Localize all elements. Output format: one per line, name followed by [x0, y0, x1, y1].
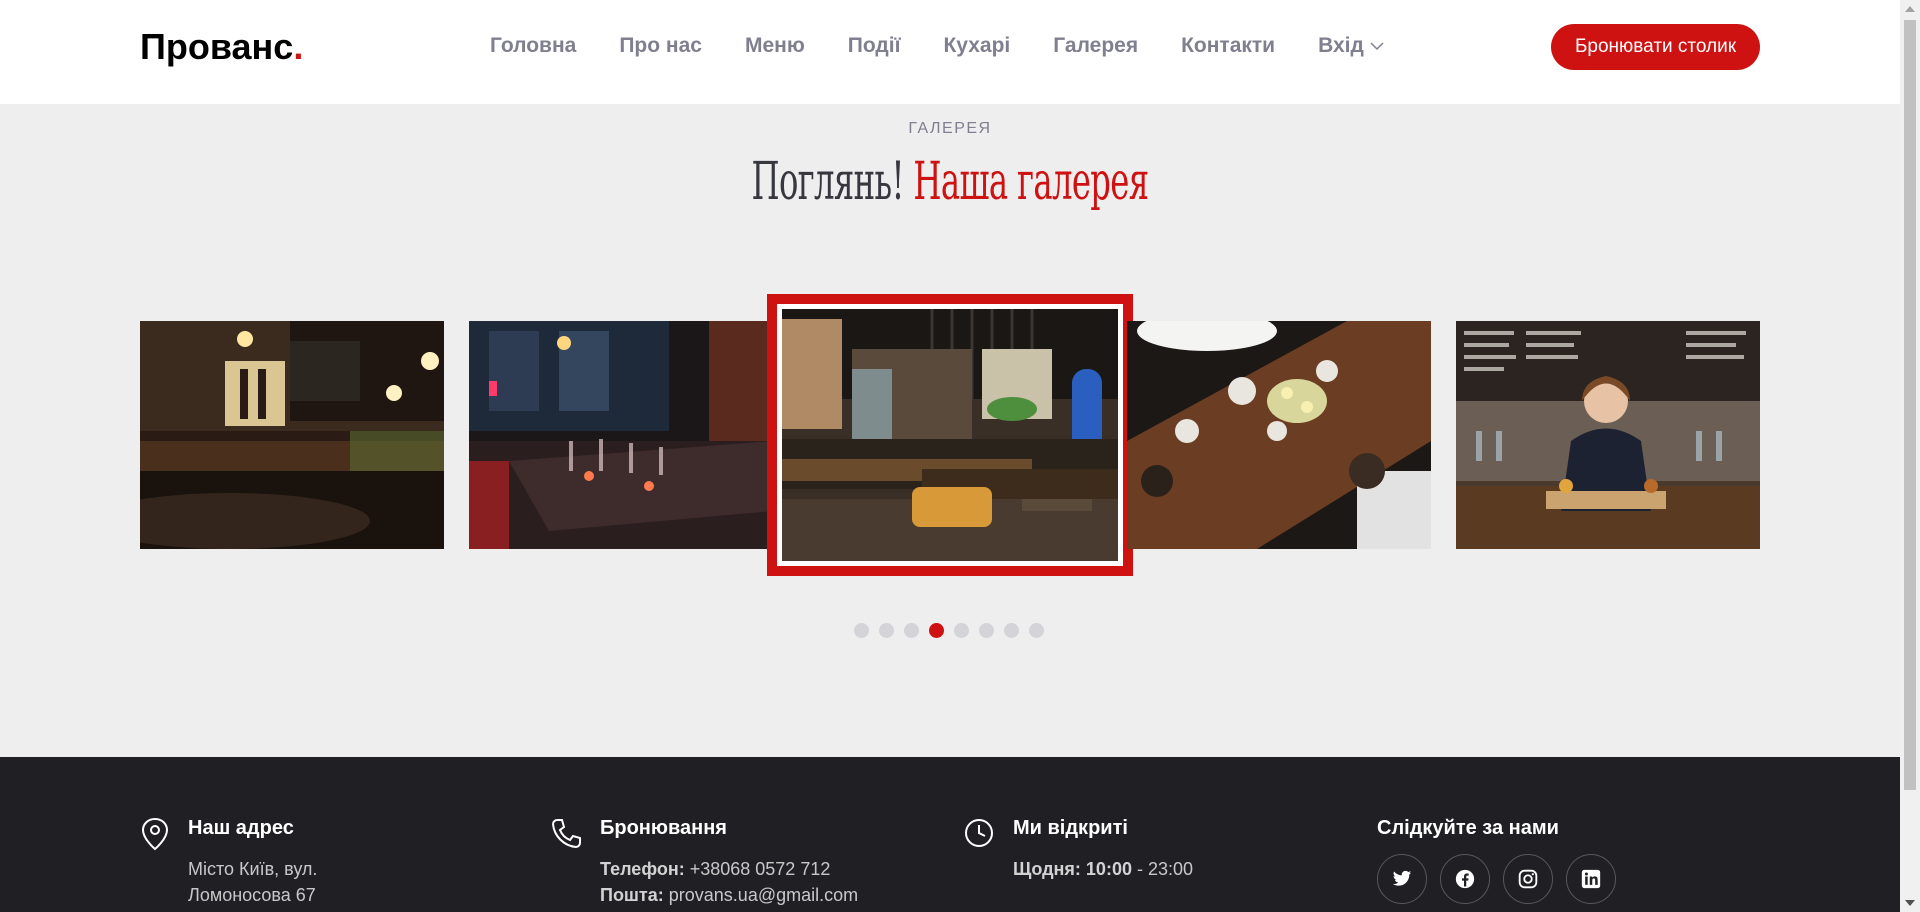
pagination-dot-active[interactable] [929, 623, 944, 638]
instagram-link[interactable] [1503, 854, 1553, 904]
chevron-down-icon [1370, 42, 1384, 51]
logo-text[interactable]: Прованс [140, 26, 293, 67]
bartender-woman-photo [1456, 321, 1760, 549]
overhead-table-dinner-photo [1127, 321, 1431, 549]
gallery-slide[interactable] [1127, 321, 1431, 549]
site-header: Прованс. Головна Про нас Меню Події Куха… [0, 0, 1900, 104]
logo-dot: . [293, 26, 304, 67]
footer-address: Наш адрес Місто Київ, вул. Ломоносова 67 [140, 817, 317, 908]
nav-events[interactable]: Події [848, 34, 901, 58]
scroll-up-arrow-icon[interactable] [1905, 6, 1915, 12]
footer-hours-heading: Ми відкриті [1013, 817, 1128, 839]
footer-email-row: Пошта: provans.ua@gmail.com [600, 882, 858, 908]
footer-social-heading: Слідкуйте за нами [1377, 817, 1559, 839]
footer-hours: Ми відкриті Щодня: 10:00 - 23:00 [963, 817, 1193, 882]
gallery-pagination [854, 623, 1054, 638]
page-scrollbar[interactable] [1900, 0, 1920, 912]
book-table-button[interactable]: Бронювати столик [1551, 24, 1760, 70]
scrollbar-thumb[interactable] [1904, 20, 1916, 790]
nav-about[interactable]: Про нас [619, 34, 702, 58]
instagram-icon [1518, 869, 1538, 889]
gallery-slide[interactable] [469, 321, 773, 549]
nav-chefs[interactable]: Кухарі [943, 34, 1010, 58]
nav-contacts[interactable]: Контакти [1181, 34, 1275, 58]
nav-login-label[interactable]: Вхід [1318, 34, 1364, 58]
pagination-dot[interactable] [879, 623, 894, 638]
section-title: Поглянь! Наша галерея [361, 152, 1539, 212]
footer-phone-label: Телефон: [600, 859, 685, 879]
pagination-dot[interactable] [954, 623, 969, 638]
pagination-dot[interactable] [1004, 623, 1019, 638]
footer-email-label: Пошта: [600, 885, 664, 905]
footer-address-line1: Місто Київ, вул. [188, 859, 318, 879]
twitter-icon [1392, 870, 1412, 886]
pagination-dot[interactable] [904, 623, 919, 638]
footer-address-line2: Ломоносова 67 [188, 885, 316, 905]
facebook-link[interactable] [1440, 854, 1490, 904]
footer-open-time: 10:00 [1085, 859, 1132, 879]
pagination-dot[interactable] [979, 623, 994, 638]
footer-phone[interactable]: +38068 0572 712 [685, 859, 831, 879]
clock-icon [965, 819, 993, 847]
footer-hours-row: Щодня: 10:00 - 23:00 [1013, 856, 1193, 882]
pagination-dot[interactable] [854, 623, 869, 638]
gallery-slide[interactable] [140, 321, 444, 549]
gallery-slide[interactable] [1456, 321, 1760, 549]
footer-days-label: Щодня: [1013, 859, 1081, 879]
dining-table-wineglasses-photo [469, 321, 773, 549]
pagination-dot[interactable] [1029, 623, 1044, 638]
footer-booking: Бронювання Телефон: +38068 0572 712 Пошт… [551, 817, 858, 908]
logo[interactable]: Прованс. [140, 26, 303, 68]
section-title-accent: Наша галерея [913, 152, 1149, 212]
facebook-icon [1455, 869, 1475, 889]
main-nav: Головна Про нас Меню Події Кухарі Галере… [490, 34, 1384, 58]
footer-booking-heading: Бронювання [600, 817, 727, 839]
restaurant-interior-photo [140, 321, 444, 549]
section-subtitle: ГАЛЕРЕЯ [908, 120, 992, 137]
footer-email[interactable]: provans.ua@gmail.com [664, 885, 858, 905]
nav-home[interactable]: Головна [490, 34, 576, 58]
footer-phone-row: Телефон: +38068 0572 712 [600, 856, 858, 882]
gallery-section: ГАЛЕРЕЯ Поглянь! Наша галерея [0, 104, 1900, 757]
nav-login-dropdown[interactable]: Вхід [1318, 34, 1384, 58]
section-title-main: Поглянь! [751, 152, 905, 212]
footer-address-heading: Наш адрес [188, 817, 294, 839]
scroll-down-arrow-icon[interactable] [1905, 900, 1915, 906]
nav-gallery[interactable]: Галерея [1053, 34, 1138, 58]
linkedin-icon [1581, 869, 1601, 889]
phone-icon [551, 819, 581, 849]
nav-menu[interactable]: Меню [745, 34, 805, 58]
footer-social: Слідкуйте за нами [1377, 817, 1629, 904]
cafe-bar-interior-photo [782, 309, 1118, 561]
site-footer: Наш адрес Місто Київ, вул. Ломоносова 67… [0, 757, 1900, 912]
footer-close-time: - 23:00 [1131, 859, 1194, 879]
gallery-slide-active[interactable] [767, 294, 1133, 576]
linkedin-link[interactable] [1566, 854, 1616, 904]
social-links [1377, 854, 1629, 904]
map-pin-icon [141, 817, 169, 851]
twitter-link[interactable] [1377, 854, 1427, 904]
